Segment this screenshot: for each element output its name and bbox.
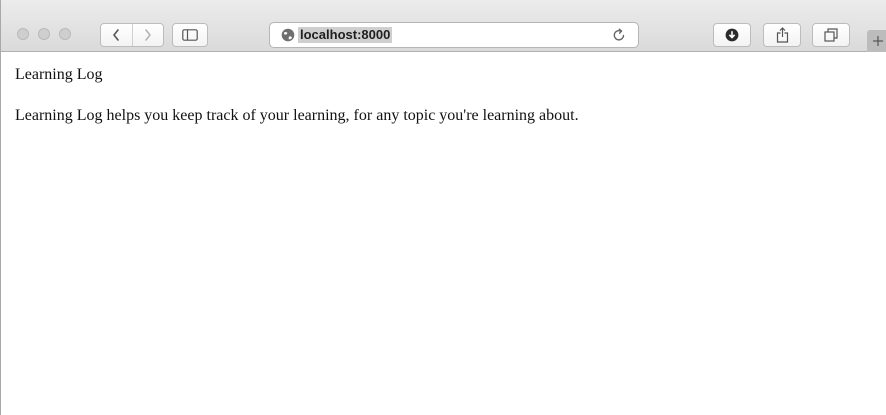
chevron-right-icon — [144, 29, 151, 41]
url-text[interactable]: localhost:8000 — [298, 27, 393, 43]
downloads-icon — [725, 28, 739, 42]
downloads-button[interactable] — [713, 23, 751, 47]
close-window-button[interactable] — [17, 28, 29, 40]
minimize-window-button[interactable] — [38, 28, 50, 40]
reload-icon[interactable] — [612, 28, 626, 42]
plus-icon — [873, 36, 883, 46]
globe-icon — [281, 28, 295, 42]
page-content: Learning Log Learning Log helps you keep… — [1, 52, 886, 415]
navigation-button-group — [100, 23, 164, 47]
maximize-window-button[interactable] — [59, 28, 71, 40]
forward-button[interactable] — [131, 24, 164, 46]
chevron-left-icon — [113, 29, 120, 41]
page-description: Learning Log helps you keep track of you… — [15, 107, 579, 124]
sidebar-icon — [182, 29, 198, 41]
sidebar-button[interactable] — [172, 23, 208, 47]
show-all-tabs-button[interactable] — [812, 23, 850, 47]
browser-toolbar: localhost:8000 — [1, 0, 886, 52]
share-button[interactable] — [763, 23, 801, 47]
tabs-icon — [824, 28, 838, 42]
page-title: Learning Log — [15, 66, 103, 83]
back-button[interactable] — [101, 24, 132, 46]
new-tab-button[interactable] — [867, 30, 886, 52]
browser-window: localhost:8000 Learning Log Learning Log… — [0, 0, 886, 415]
address-bar[interactable]: localhost:8000 — [269, 22, 639, 48]
share-icon — [776, 27, 788, 43]
